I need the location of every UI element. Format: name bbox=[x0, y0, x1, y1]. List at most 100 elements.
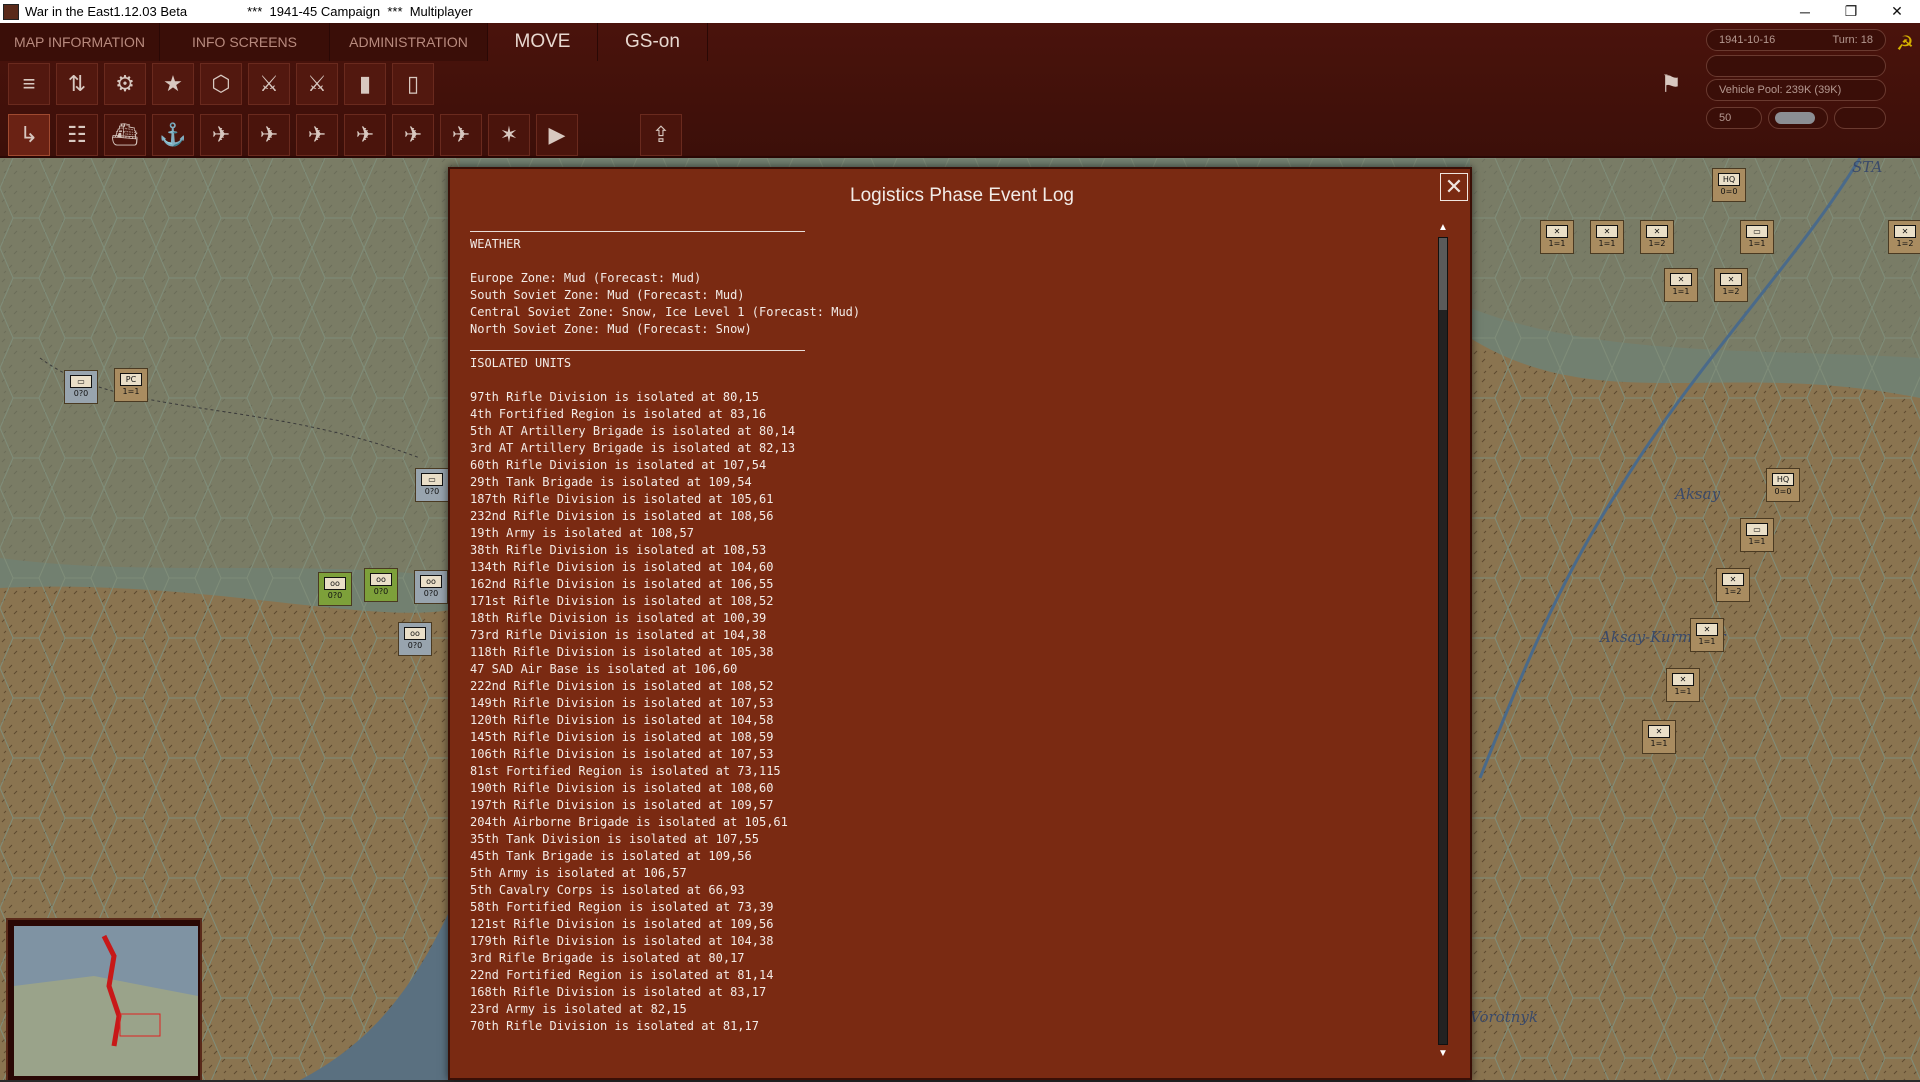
air-transfer-icon[interactable]: ✈ bbox=[248, 114, 290, 156]
log-line: 4th Fortified Region is isolated at 83,1… bbox=[470, 407, 767, 421]
blank-field[interactable] bbox=[1834, 107, 1886, 129]
section-header-isolated: ISOLATED UNITS bbox=[470, 356, 572, 370]
speed-slider[interactable] bbox=[1768, 107, 1828, 129]
log-line: 190th Rifle Division is isolated at 108,… bbox=[470, 781, 774, 795]
divider bbox=[470, 350, 805, 351]
sliders-icon[interactable]: ⇅ bbox=[56, 63, 98, 105]
unit-counter[interactable]: HQ 0=0 bbox=[1766, 468, 1800, 502]
scroll-up-arrow-icon[interactable]: ▲ bbox=[1436, 221, 1450, 235]
log-line: 73rd Rifle Division is isolated at 104,3… bbox=[470, 628, 767, 642]
unit-counter[interactable]: ✕ 1=2 bbox=[1714, 268, 1748, 302]
event-log-content[interactable]: WEATHER Europe Zone: Mud (Forecast: Mud)… bbox=[470, 219, 1430, 1082]
unit-counter[interactable]: ▭ 0?0 bbox=[64, 370, 98, 404]
gear-icon[interactable]: ⚙ bbox=[104, 63, 146, 105]
end-turn-icon[interactable]: ⇪ bbox=[640, 114, 682, 156]
tab-administration[interactable]: ADMINISTRATION bbox=[330, 23, 488, 61]
log-line: 23rd Army is isolated at 82,15 bbox=[470, 1002, 687, 1016]
unit-counter[interactable]: PC 1=1 bbox=[114, 368, 148, 402]
hex-grid-icon[interactable]: ⬡ bbox=[200, 63, 242, 105]
unit-strength: 1=2 bbox=[1648, 239, 1666, 248]
unit-strength: 1=1 bbox=[1674, 687, 1692, 696]
scrollbar[interactable]: ▲ ▼ bbox=[1436, 221, 1450, 1061]
unit-counter[interactable]: ✕ 1=1 bbox=[1690, 618, 1724, 652]
minimap[interactable] bbox=[6, 918, 202, 1080]
unit-strength: 0=0 bbox=[1774, 487, 1792, 496]
supply-can-icon[interactable]: ▯ bbox=[392, 63, 434, 105]
unit-counter[interactable]: ✕ 1=1 bbox=[1664, 268, 1698, 302]
unit-type-icon: ▭ bbox=[70, 375, 92, 388]
play-arrow-icon[interactable]: ▶ bbox=[536, 114, 578, 156]
unit-counter[interactable]: HQ 0=0 bbox=[1712, 168, 1746, 202]
unit-strength: 0?0 bbox=[373, 587, 389, 596]
unit-strength: 0?0 bbox=[73, 389, 89, 398]
move-mode-icon[interactable]: ↳ bbox=[8, 114, 50, 156]
log-line: 149th Rifle Division is isolated at 107,… bbox=[470, 696, 774, 710]
star-icon[interactable]: ★ bbox=[152, 63, 194, 105]
log-line: 187th Rifle Division is isolated at 105,… bbox=[470, 492, 774, 506]
unit-counter[interactable]: ▭ 1=1 bbox=[1740, 220, 1774, 254]
crossed-swords-icon[interactable]: ⚔ bbox=[248, 63, 290, 105]
minimap-view[interactable] bbox=[14, 926, 198, 1076]
log-line: 47 SAD Air Base is isolated at 106,60 bbox=[470, 662, 738, 676]
logistics-event-log-dialog: Logistics Phase Event Log ✕ WEATHER Euro… bbox=[448, 167, 1472, 1080]
unit-counter[interactable]: oo 0?0 bbox=[364, 568, 398, 602]
flag-icon[interactable]: ⚑ bbox=[1650, 63, 1692, 105]
unit-strength: 1=1 bbox=[1598, 239, 1616, 248]
air-interdict-icon[interactable]: ✈ bbox=[392, 114, 434, 156]
unit-counter[interactable]: ✕ 1=1 bbox=[1666, 668, 1700, 702]
log-line: 3rd Rifle Brigade is isolated at 80,17 bbox=[470, 951, 745, 965]
unit-counter[interactable]: ✕ 1=2 bbox=[1888, 220, 1920, 254]
ground-attack-icon[interactable]: ✈ bbox=[344, 114, 386, 156]
crossed-guns-icon[interactable]: ⚔ bbox=[296, 63, 338, 105]
unit-strength: 1=1 bbox=[1548, 239, 1566, 248]
restore-button[interactable]: ❐ bbox=[1828, 0, 1874, 23]
log-line: 29th Tank Brigade is isolated at 109,54 bbox=[470, 475, 752, 489]
unit-counter[interactable]: oo 0?0 bbox=[318, 572, 352, 606]
dialog-title: Logistics Phase Event Log bbox=[850, 185, 1074, 206]
unit-strength: 0=0 bbox=[1720, 187, 1738, 196]
close-icon[interactable]: ✕ bbox=[1440, 173, 1468, 201]
unit-counter[interactable]: ▭ 0?0 bbox=[415, 468, 449, 502]
log-line: North Soviet Zone: Mud (Forecast: Snow) bbox=[470, 322, 752, 336]
log-line: 70th Rifle Division is isolated at 81,17 bbox=[470, 1019, 759, 1033]
scroll-down-arrow-icon[interactable]: ▼ bbox=[1436, 1047, 1450, 1061]
unit-counter[interactable]: ✕ 1=1 bbox=[1590, 220, 1624, 254]
air-attack-icon[interactable]: ✈ bbox=[200, 114, 242, 156]
log-line: South Soviet Zone: Mud (Forecast: Mud) bbox=[470, 288, 745, 302]
tab-map-information[interactable]: MAP INFORMATION bbox=[0, 23, 160, 61]
unit-type-icon: ▭ bbox=[1746, 225, 1768, 238]
tab-info-screens[interactable]: INFO SCREENS bbox=[160, 23, 330, 61]
unit-counter[interactable]: ▭ 1=1 bbox=[1740, 518, 1774, 552]
scroll-track[interactable] bbox=[1438, 237, 1448, 1045]
layers-icon[interactable]: ≡ bbox=[8, 63, 50, 105]
fire-icon[interactable]: ✶ bbox=[488, 114, 530, 156]
scroll-thumb[interactable] bbox=[1439, 238, 1447, 310]
unit-counter[interactable]: oo 0?0 bbox=[414, 570, 448, 604]
unit-counter[interactable]: ✕ 1=2 bbox=[1640, 220, 1674, 254]
air-recon-icon[interactable]: ✈ bbox=[296, 114, 338, 156]
map-place-label: Aksay bbox=[1675, 485, 1721, 503]
log-line: 97th Rifle Division is isolated at 80,15 bbox=[470, 390, 759, 404]
rail-mode-icon[interactable]: ☷ bbox=[56, 114, 98, 156]
minimize-button[interactable]: ─ bbox=[1782, 0, 1828, 23]
log-line: 118th Rifle Division is isolated at 105,… bbox=[470, 645, 774, 659]
unit-type-icon: ✕ bbox=[1720, 273, 1742, 286]
unit-counter[interactable]: ✕ 1=1 bbox=[1540, 220, 1574, 254]
close-window-button[interactable]: ✕ bbox=[1874, 0, 1920, 23]
section-header-weather: WEATHER bbox=[470, 237, 521, 251]
unit-type-icon: ✕ bbox=[1894, 225, 1916, 238]
air-bomb-icon[interactable]: ✈ bbox=[440, 114, 482, 156]
unit-type-icon: ✕ bbox=[1722, 573, 1744, 586]
sea-transport-icon[interactable]: ⚓ bbox=[152, 114, 194, 156]
slider-knob[interactable] bbox=[1775, 112, 1815, 124]
move-mode-label[interactable]: MOVE bbox=[488, 23, 598, 61]
divider bbox=[470, 231, 805, 232]
unit-counter[interactable]: ✕ 1=2 bbox=[1716, 568, 1750, 602]
unit-counter[interactable]: oo 0?0 bbox=[398, 622, 432, 656]
naval-mode-icon[interactable]: ⛴ bbox=[104, 114, 146, 156]
fuel-can-icon[interactable]: ▮ bbox=[344, 63, 386, 105]
unit-counter[interactable]: ✕ 1=1 bbox=[1642, 720, 1676, 754]
log-line: 106th Rifle Division is isolated at 107,… bbox=[470, 747, 774, 761]
gs-on-toggle[interactable]: GS-on bbox=[598, 23, 708, 61]
